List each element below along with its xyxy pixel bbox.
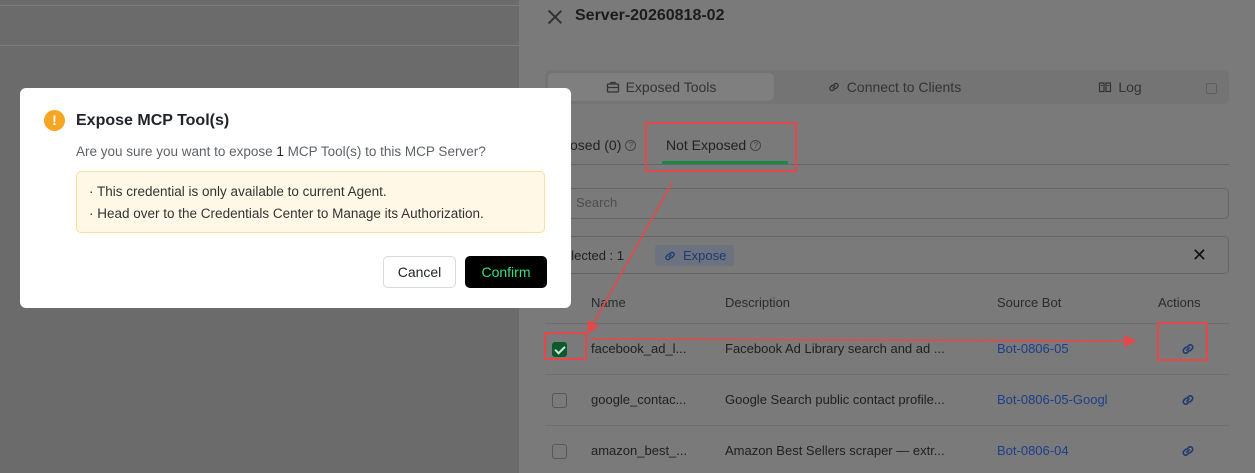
search-input[interactable] xyxy=(576,195,876,210)
help-icon: ? xyxy=(625,139,637,151)
table-header: Name Description Source Bot Actions xyxy=(545,288,1229,318)
drawer-header: Server-20260818-02 xyxy=(519,0,1255,34)
column-header-description: Description xyxy=(725,295,791,310)
annotation-box xyxy=(1157,322,1208,361)
divider xyxy=(0,45,519,46)
expose-label: Expose xyxy=(683,248,727,263)
table-row: google_contac... Google Search public co… xyxy=(545,374,1229,425)
dialog-description: Are you sure you want to expose 1 MCP To… xyxy=(76,144,486,159)
server-drawer: Server-20260818-02 Exposed Tools Connect… xyxy=(519,0,1255,473)
drawer-title: Server-20260818-02 xyxy=(575,7,725,24)
link-icon xyxy=(665,251,675,260)
table-row: amazon_best_... Amazon Best Sellers scra… xyxy=(545,425,1229,473)
tool-description: Facebook Ad Library search and ad ... xyxy=(725,341,945,356)
link-icon xyxy=(829,82,839,92)
column-header-actions: Actions xyxy=(1158,295,1201,310)
annotation-box xyxy=(544,332,587,360)
tool-description: Amazon Best Sellers scraper — extr... xyxy=(725,443,945,458)
book-icon xyxy=(1099,82,1112,93)
tool-description: Google Search public contact profile... xyxy=(725,392,945,407)
confirm-button[interactable]: Confirm xyxy=(465,256,547,288)
selection-bar: elected : 1 Expose ✕ xyxy=(545,236,1229,274)
expose-link-icon[interactable] xyxy=(1180,443,1196,462)
cancel-button[interactable]: Cancel xyxy=(383,256,456,288)
divider xyxy=(0,5,519,6)
close-icon[interactable] xyxy=(547,9,563,25)
tab-log[interactable]: Log xyxy=(1015,73,1225,101)
desc-suffix: MCP Tool(s) to this MCP Server? xyxy=(283,144,486,159)
external-link-icon[interactable] xyxy=(1206,83,1217,94)
selected-count: elected : 1 xyxy=(564,248,624,263)
source-bot-link[interactable]: Bot-0806-04 xyxy=(997,443,1069,458)
confirm-expose-dialog: ! Expose MCP Tool(s) Are you sure you wa… xyxy=(20,88,571,308)
tab-label: Exposed Tools xyxy=(625,79,717,95)
source-bot-link[interactable]: Bot-0806-05 xyxy=(997,341,1069,356)
tab-bar: Exposed Tools Connect to Clients Log xyxy=(545,70,1229,104)
tool-name: google_contac... xyxy=(591,392,687,407)
toolbox-icon xyxy=(606,81,619,93)
warning-icon: ! xyxy=(44,110,65,131)
tab-connect-clients[interactable]: Connect to Clients xyxy=(781,73,1007,101)
tool-name: amazon_best_... xyxy=(591,443,688,458)
column-header-source-bot: Source Bot xyxy=(997,295,1062,310)
desc-prefix: Are you sure you want to expose xyxy=(76,144,277,159)
table-row: facebook_ad_l... Facebook Ad Library sea… xyxy=(545,323,1229,374)
tab-label: Log xyxy=(1118,79,1142,95)
expose-button[interactable]: Expose xyxy=(655,245,735,266)
column-header-name: Name xyxy=(591,295,626,310)
tab-exposed-tools[interactable]: Exposed Tools xyxy=(548,73,774,101)
credential-notice: · This credential is only available to c… xyxy=(76,171,545,233)
row-checkbox[interactable] xyxy=(552,393,567,408)
tool-name: facebook_ad_l... xyxy=(591,341,687,356)
annotation-box xyxy=(645,122,797,172)
source-bot-link[interactable]: Bot-0806-05-Googl xyxy=(997,392,1108,407)
notice-line: · Head over to the Credentials Center to… xyxy=(89,206,484,221)
subtab-label: osed (0) xyxy=(570,137,622,153)
tool-count: 1 xyxy=(276,144,284,159)
tab-label: Connect to Clients xyxy=(846,79,962,95)
dialog-title: Expose MCP Tool(s) xyxy=(76,112,230,129)
clear-selection-icon[interactable]: ✕ xyxy=(1192,245,1207,266)
subtab-exposed[interactable]: osed (0) ? xyxy=(570,137,637,153)
row-checkbox[interactable] xyxy=(552,444,567,459)
search-box[interactable] xyxy=(545,188,1229,219)
expose-link-icon[interactable] xyxy=(1180,392,1196,411)
notice-line: · This credential is only available to c… xyxy=(89,184,387,199)
